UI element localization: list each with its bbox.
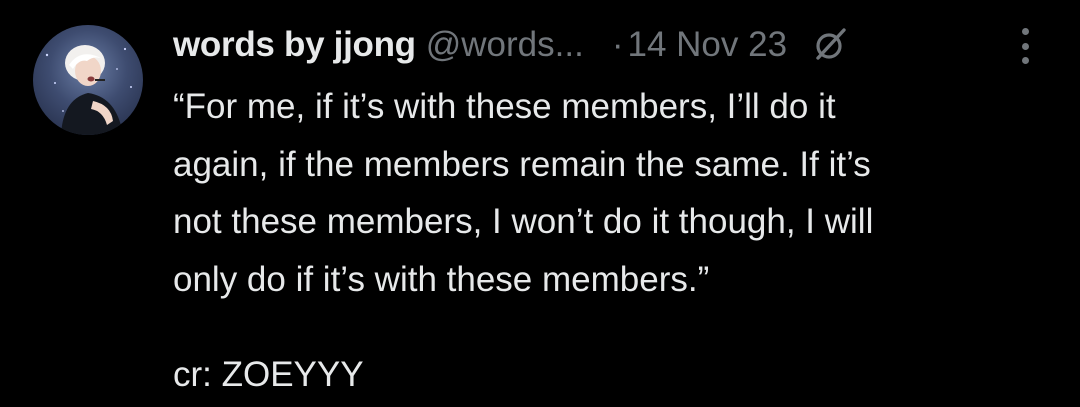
tweet-text-line: again, if the members remain the same. I… <box>173 144 871 184</box>
tweet-date[interactable]: 14 Nov 23 <box>627 25 787 65</box>
avatar[interactable] <box>33 25 143 135</box>
avatar-photo-icon <box>45 45 132 135</box>
tweet-credit: cr: ZOEYYY <box>173 355 364 394</box>
more-options-dot <box>1021 57 1029 64</box>
tweet-card[interactable]: words by jjong @words... · 14 Nov 23 “Fo… <box>0 0 1080 407</box>
more-options-button[interactable] <box>1012 28 1038 64</box>
author-handle[interactable]: @words... <box>426 25 584 65</box>
tweet-text-line: not these members, I won’t do it though,… <box>173 202 874 241</box>
tweet-header: words by jjong @words... · 14 Nov 23 <box>173 20 849 70</box>
tweet-text-line: “For me, if it’s with these members, I’l… <box>173 87 836 126</box>
tweet-text-line: only do if it’s with these members.” <box>173 259 710 299</box>
grok-icon[interactable] <box>811 26 849 64</box>
tweet-text: “For me, if it’s with these members, I’l… <box>173 78 1053 308</box>
author-display-name[interactable]: words by jjong <box>173 25 416 65</box>
more-options-dot <box>1021 42 1029 50</box>
header-separator: · <box>611 25 624 64</box>
more-options-dot <box>1021 28 1029 35</box>
